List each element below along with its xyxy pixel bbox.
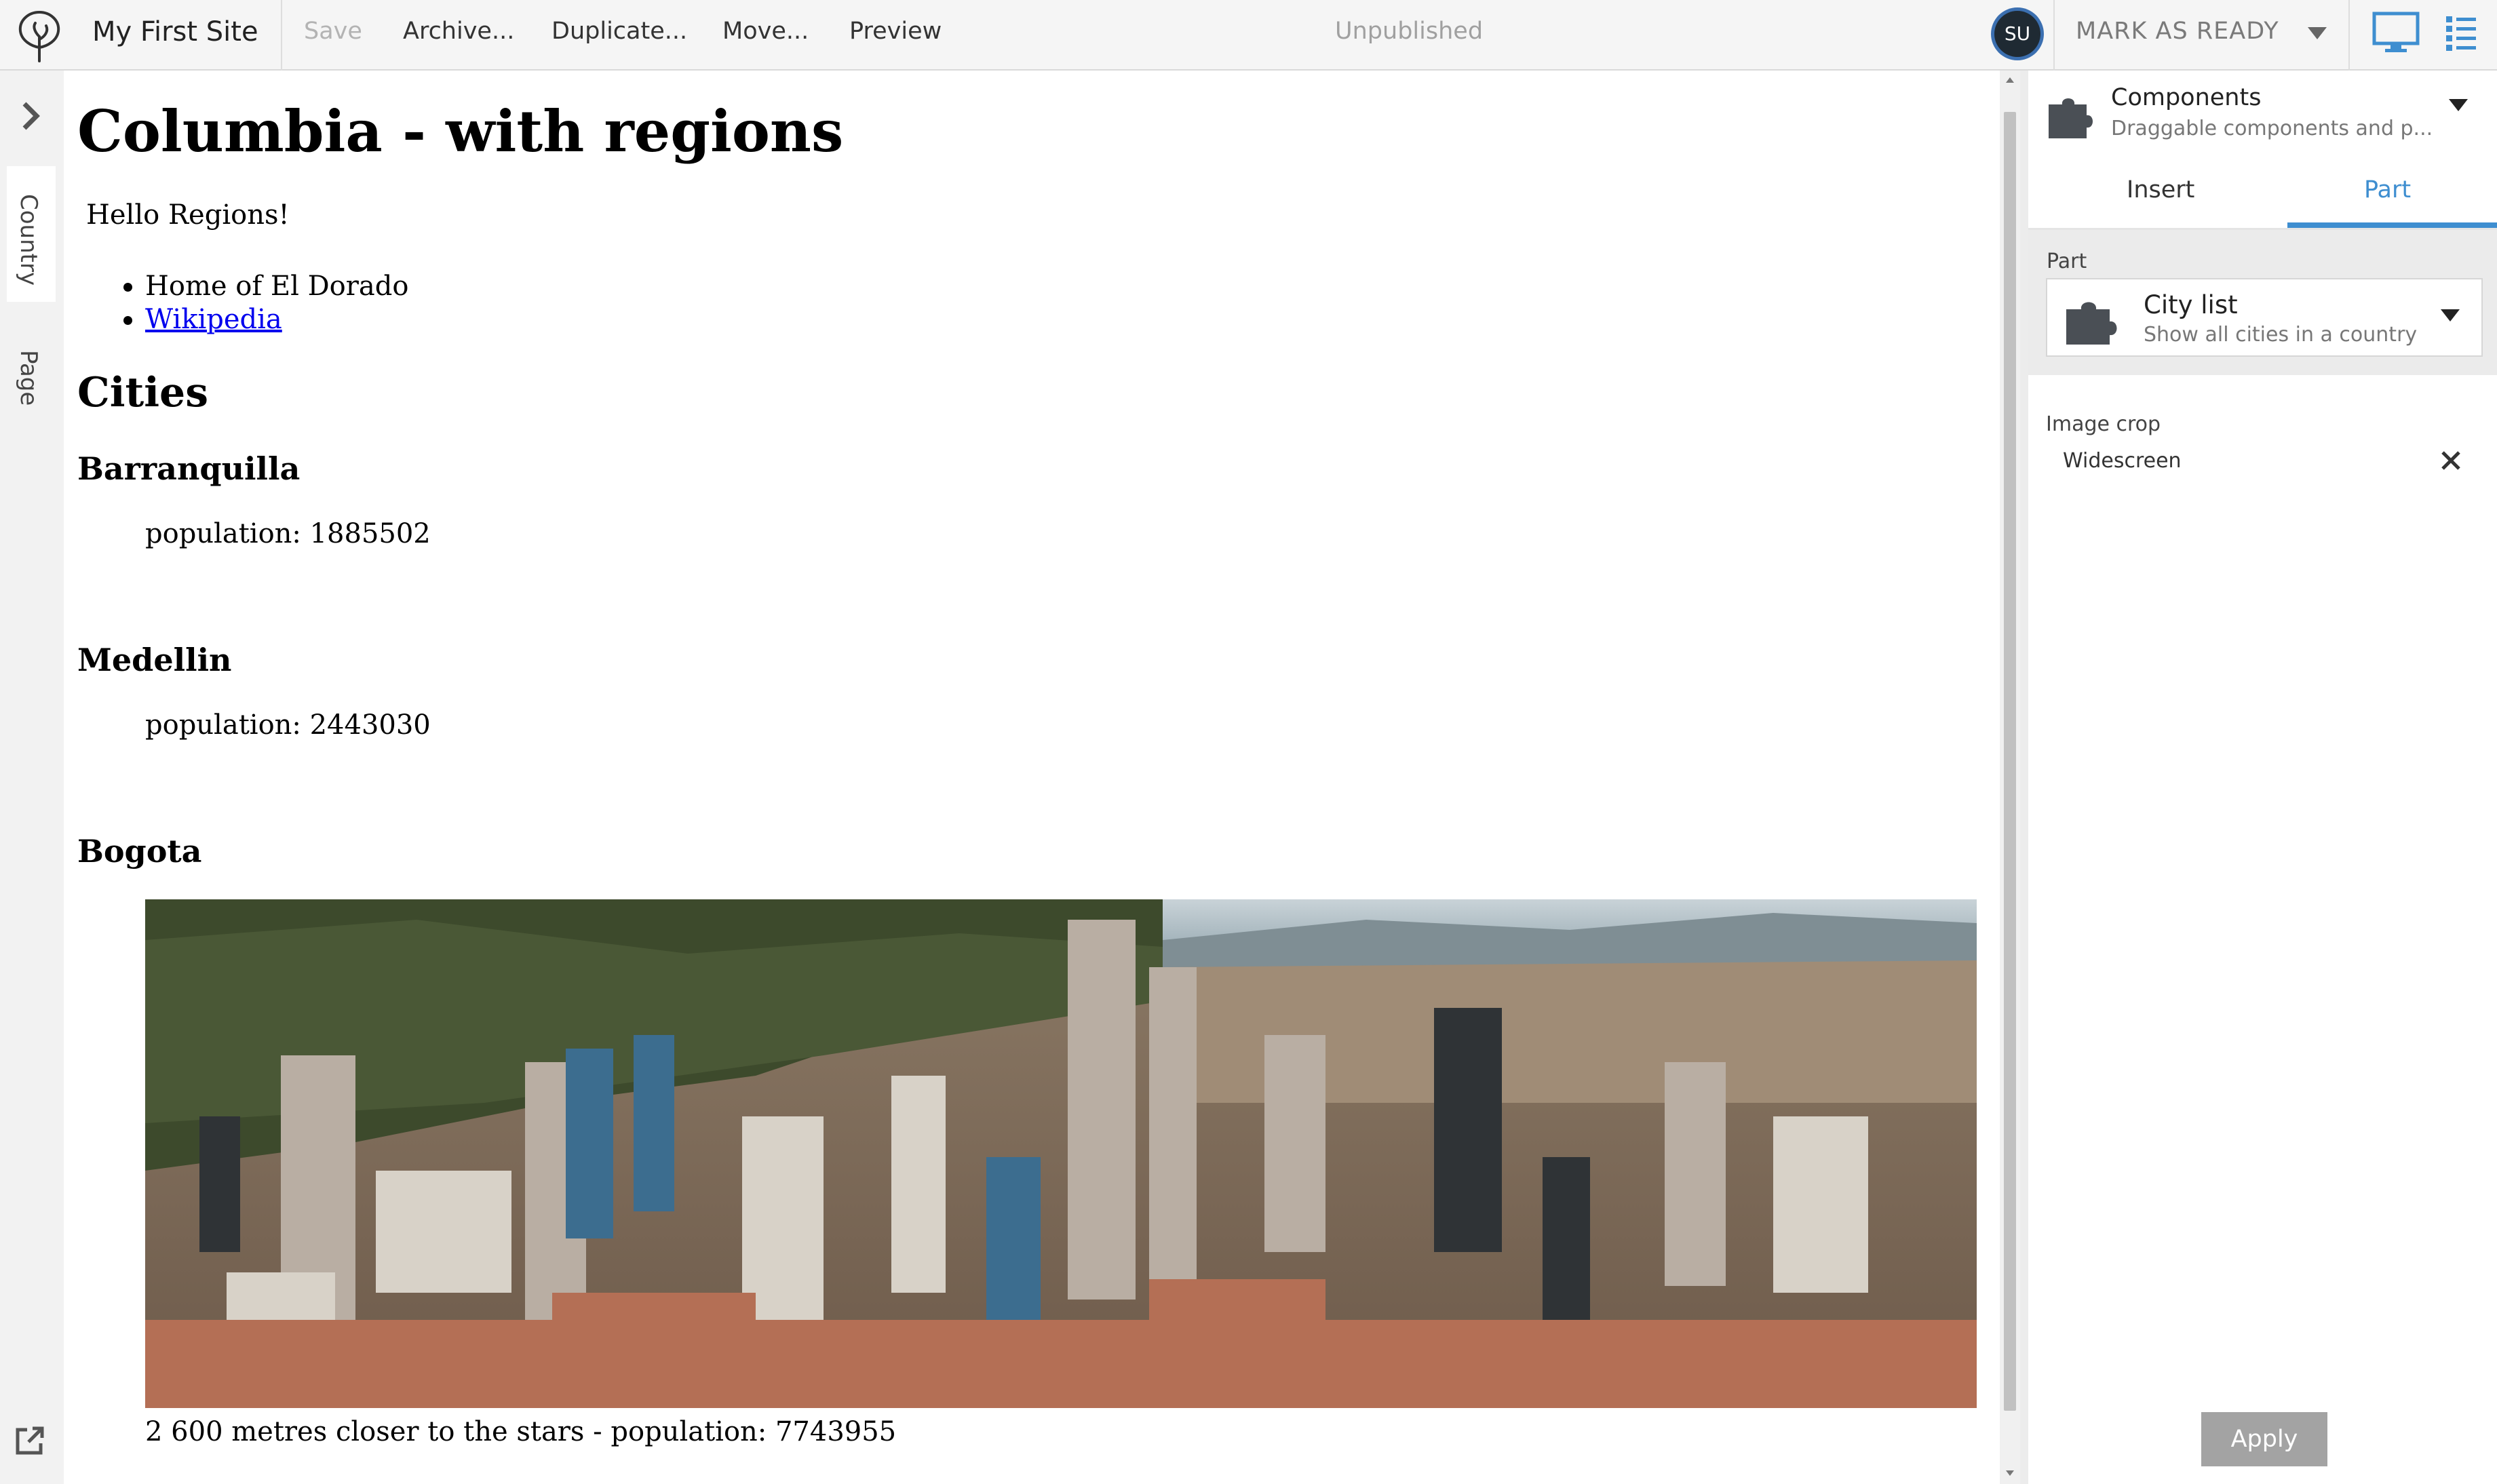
bogota-city-image	[145, 899, 1977, 1408]
caret-down-icon[interactable]	[2439, 307, 2461, 324]
scroll-up-icon[interactable]	[2003, 73, 2017, 87]
rail-tab-page[interactable]: Page	[15, 350, 42, 406]
list-view-icon[interactable]	[2445, 12, 2477, 54]
save-button[interactable]: Save	[304, 18, 362, 45]
city-name: Medellin	[77, 642, 232, 678]
active-tab-indicator	[2287, 222, 2497, 228]
enonic-tree-logo-icon[interactable]	[12, 7, 66, 64]
cities-heading: Cities	[77, 369, 209, 416]
part-selected-description: Show all cities in a country	[2144, 323, 2418, 347]
toolbar-divider	[2053, 0, 2055, 71]
publish-status: Unpublished	[1335, 18, 1484, 45]
puzzle-piece-icon	[2066, 302, 2117, 345]
wikipedia-link[interactable]: Wikipedia	[145, 304, 282, 335]
rail-tab-country[interactable]: Country	[15, 194, 42, 286]
preview-button[interactable]: Preview	[849, 18, 942, 45]
scrollbar-thumb[interactable]	[2004, 112, 2016, 1411]
caret-down-icon[interactable]	[2305, 23, 2329, 43]
open-external-icon[interactable]	[14, 1424, 46, 1457]
components-subtitle: Draggable components and p...	[2111, 117, 2433, 140]
intro-text: Hello Regions!	[86, 199, 290, 231]
tab-part[interactable]: Part	[2364, 176, 2411, 203]
bullet	[123, 316, 132, 325]
city-name: Barranquilla	[77, 450, 301, 487]
components-title: Components	[2111, 84, 2262, 111]
move-button[interactable]: Move...	[722, 18, 809, 45]
image-crop-label: Image crop	[2046, 412, 2161, 436]
bogota-caption: 2 600 metres closer to the stars - popul…	[145, 1416, 897, 1447]
tab-insert[interactable]: Insert	[2127, 176, 2194, 203]
duplicate-button[interactable]: Duplicate...	[551, 18, 687, 45]
chevron-right-icon[interactable]	[15, 98, 46, 134]
city-population: population: 1885502	[145, 518, 431, 549]
puzzle-piece-icon	[2049, 98, 2093, 138]
user-avatar[interactable]: SU	[1994, 11, 2040, 57]
part-selected-title: City list	[2144, 290, 2238, 319]
monitor-icon[interactable]	[2372, 11, 2420, 56]
mark-as-ready-button[interactable]: MARK AS READY	[2076, 18, 2279, 45]
scroll-down-icon[interactable]	[2003, 1466, 2017, 1480]
list-item: Home of El Dorado	[145, 271, 409, 302]
image-crop-value[interactable]: Widescreen	[2063, 449, 2182, 473]
caret-down-icon[interactable]	[2447, 96, 2469, 114]
apply-button[interactable]: Apply	[2201, 1412, 2327, 1466]
part-label: Part	[2047, 250, 2087, 273]
toolbar-divider	[2348, 0, 2350, 71]
city-population: population: 2443030	[145, 709, 431, 741]
archive-button[interactable]: Archive...	[403, 18, 514, 45]
panel-divider[interactable]	[2020, 71, 2028, 1484]
page-content: Columbia - with regions Hello Regions! H…	[64, 71, 1999, 1484]
close-icon[interactable]	[2439, 449, 2462, 472]
bullet	[123, 283, 132, 292]
city-name: Bogota	[77, 833, 202, 870]
toolbar-divider	[281, 0, 282, 71]
page-title: Columbia - with regions	[77, 98, 844, 165]
site-name[interactable]: My First Site	[92, 16, 258, 47]
